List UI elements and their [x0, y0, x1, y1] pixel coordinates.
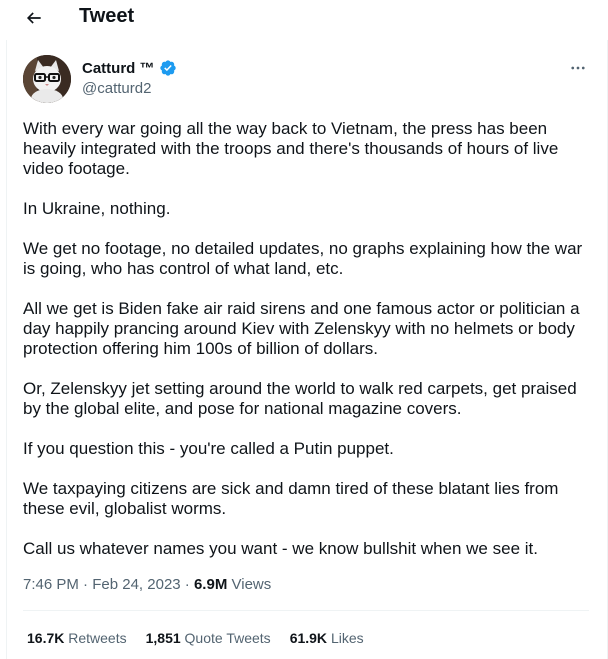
tweet-paragraph: All we get is Biden fake air raid sirens…	[23, 299, 585, 358]
back-button[interactable]	[22, 6, 46, 30]
engagement-stats: 16.7K Retweets 1,851 Quote Tweets 61.9K …	[27, 630, 364, 646]
tweet-paragraph: If you question this - you're called a P…	[23, 439, 394, 458]
quote-tweets-count: 1,851	[145, 630, 181, 646]
page-title: Tweet	[79, 5, 135, 27]
retweets-stat[interactable]: 16.7K Retweets	[27, 630, 127, 646]
avatar[interactable]	[23, 55, 71, 103]
tweet-date[interactable]: Feb 24, 2023	[92, 576, 180, 593]
quote-tweets-label: Quote Tweets	[184, 630, 271, 646]
tweet-paragraph: With every war going all the way back to…	[23, 119, 564, 178]
cat-avatar-icon	[23, 55, 71, 103]
quote-tweets-stat[interactable]: 1,851 Quote Tweets	[146, 630, 271, 646]
views-count: 6.9M	[193, 576, 228, 593]
author-name-row[interactable]: Catturd ™	[82, 59, 177, 77]
more-horizontal-icon	[571, 66, 585, 70]
author-handle[interactable]: @catturd2	[82, 80, 151, 97]
tweet-paragraph: Or, Zelenskyy jet setting around the wor…	[23, 379, 582, 418]
meta-separator: ·	[184, 576, 190, 593]
header: Tweet	[0, 0, 608, 36]
arrow-left-icon	[26, 12, 41, 24]
tweet-paragraph: In Ukraine, nothing.	[23, 199, 171, 218]
likes-stat[interactable]: 61.9K Likes	[290, 630, 364, 646]
retweets-count: 16.7K	[27, 630, 65, 646]
likes-count: 61.9K	[289, 630, 328, 646]
meta-separator: ·	[83, 576, 89, 593]
author-name[interactable]: Catturd ™	[82, 60, 155, 77]
tweet-page: Tweet Catturd ™ @catturd2 With every war…	[0, 0, 608, 659]
tweet-text: With every war going all the way back to…	[23, 119, 593, 559]
tweet-paragraph: Call us whatever names you want - we kno…	[23, 539, 538, 558]
left-border	[6, 40, 7, 659]
tweet-paragraph: We get no footage, no detailed updates, …	[23, 239, 587, 278]
verified-badge-icon	[159, 60, 176, 76]
views-label: Views	[231, 576, 272, 593]
retweets-label: Retweets	[68, 630, 127, 646]
tweet-paragraph: We taxpaying citizens are sick and damn …	[23, 479, 564, 518]
tweet-time[interactable]: 7:46 PM	[23, 576, 79, 593]
tweet-meta: 7:46 PM · Feb 24, 2023 · 6.9M Views	[23, 576, 271, 593]
divider	[23, 610, 589, 611]
more-options-button[interactable]	[568, 58, 588, 78]
likes-label: Likes	[330, 630, 364, 646]
